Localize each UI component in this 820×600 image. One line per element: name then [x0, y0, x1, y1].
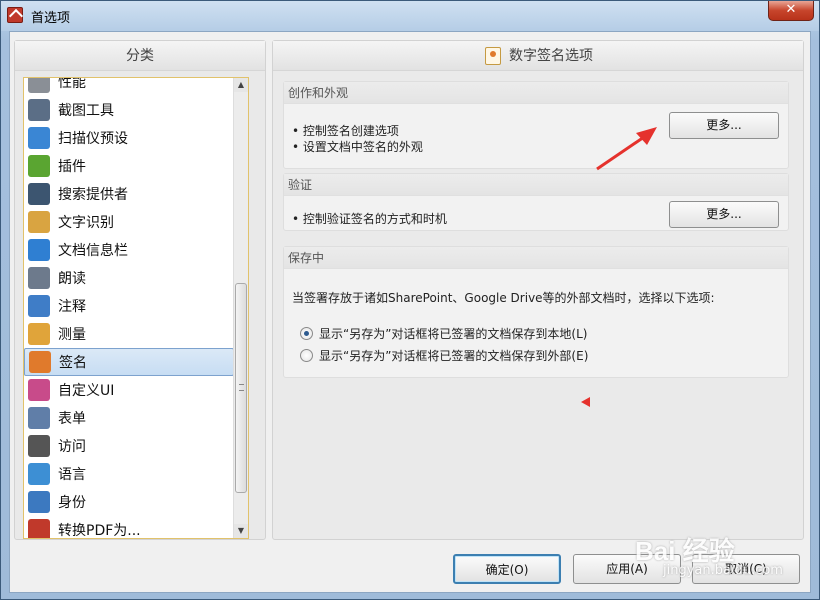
category-item[interactable]: 插件 [24, 152, 234, 180]
save-external-option[interactable]: 显示“另存为”对话框将已签署的文档保存到外部(E) [300, 347, 588, 364]
saving-group-title: 保存中 [284, 247, 788, 269]
translate-icon [28, 463, 50, 485]
category-panel: 分类 性能截图工具扫描仪预设插件搜索提供者文字识别文档信息栏朗读注释测量签名自定… [14, 40, 266, 540]
category-item[interactable]: 文字识别 [24, 208, 234, 236]
category-scrollbar[interactable]: ▲ ▼ [233, 78, 248, 538]
glasses-icon [28, 435, 50, 457]
category-item-label: 截图工具 [58, 103, 114, 119]
certificate-icon [29, 351, 51, 373]
ruler-icon [28, 323, 50, 345]
options-header: 数字签名选项 [273, 41, 803, 71]
appearance-more-button[interactable]: 更多... [669, 112, 779, 139]
appearance-bullet: • 控制签名创建选项 [292, 124, 399, 138]
category-item[interactable]: 测量 [24, 320, 234, 348]
category-item-label: 表单 [58, 411, 86, 427]
category-item-label: 朗读 [58, 271, 86, 287]
watermark-url: jingyan.baidu.com [663, 563, 783, 578]
ok-button[interactable]: 确定(O) [453, 554, 561, 584]
app-logo-icon [7, 7, 23, 23]
category-item[interactable]: 朗读 [24, 264, 234, 292]
category-item[interactable]: 自定义UI [24, 376, 234, 404]
scroll-up-icon[interactable]: ▲ [234, 78, 248, 92]
category-item[interactable]: 语言 [24, 460, 234, 488]
user-icon [28, 491, 50, 513]
close-button[interactable]: ✕ [768, 1, 814, 21]
category-item-label: 注释 [58, 299, 86, 315]
ocr-icon [28, 211, 50, 233]
scanner-icon [28, 127, 50, 149]
saving-description: 当签署存放于诸如SharePoint、Google Drive等的外部文档时，选… [292, 291, 715, 305]
verify-group-title: 验证 [284, 174, 788, 196]
category-item[interactable]: 截图工具 [24, 96, 234, 124]
category-item-label: 文字识别 [58, 215, 114, 231]
category-item-label: 身份 [58, 495, 86, 511]
category-item-label: 性能 [58, 77, 86, 91]
scroll-down-icon[interactable]: ▼ [234, 524, 248, 538]
appearance-group-title: 创作和外观 [284, 82, 788, 104]
verify-bullet: • 控制验证签名的方式和时机 [292, 212, 447, 226]
preferences-window: 首选项 ✕ 分类 性能截图工具扫描仪预设插件搜索提供者文字识别文档信息栏朗读注释… [0, 0, 820, 600]
category-item[interactable]: 转换PDF为... [24, 516, 234, 539]
binoculars-icon [28, 183, 50, 205]
appearance-group: 创作和外观 • 控制签名创建选项 • 设置文档中签名的外观 更多... [283, 81, 789, 169]
puzzle-icon [28, 155, 50, 177]
category-item[interactable]: 搜索提供者 [24, 180, 234, 208]
category-item-label: 访问 [58, 439, 86, 455]
annotation-arrow-icon [596, 127, 657, 171]
pdf-convert-icon [28, 519, 50, 538]
form-icon [28, 407, 50, 429]
save-local-option[interactable]: 显示“另存为”对话框将已签署的文档保存到本地(L) [300, 325, 587, 342]
category-item-label: 扫描仪预设 [58, 131, 128, 147]
category-item-label: 签名 [59, 355, 87, 371]
category-item[interactable]: 性能 [24, 77, 234, 96]
category-item[interactable]: 文档信息栏 [24, 236, 234, 264]
category-item[interactable]: 表单 [24, 404, 234, 432]
window-title: 首选项 [31, 11, 71, 26]
signature-options-panel: 数字签名选项 创作和外观 • 控制签名创建选项 • 设置文档中签名的外观 更多.… [272, 40, 804, 540]
camera-icon [28, 99, 50, 121]
category-item-label: 测量 [58, 327, 86, 343]
verify-group: 验证 • 控制验证签名的方式和时机 更多... [283, 173, 789, 231]
info-icon [28, 239, 50, 261]
save-local-label: 显示“另存为”对话框将已签署的文档保存到本地(L) [319, 327, 588, 341]
category-item[interactable]: 签名 [24, 348, 234, 376]
category-item[interactable]: 扫描仪预设 [24, 124, 234, 152]
save-local-radio[interactable] [300, 327, 313, 340]
category-item-label: 转换PDF为... [58, 523, 141, 539]
scroll-thumb[interactable] [235, 283, 247, 493]
category-header: 分类 [15, 41, 265, 71]
dialog-client-area: 分类 性能截图工具扫描仪预设插件搜索提供者文字识别文档信息栏朗读注释测量签名自定… [9, 31, 811, 593]
category-item[interactable]: 访问 [24, 432, 234, 460]
category-item-label: 语言 [58, 467, 86, 483]
category-item[interactable]: 注释 [24, 292, 234, 320]
save-external-radio[interactable] [300, 349, 313, 362]
palette-icon [28, 379, 50, 401]
baidu-watermark: Bai 经验 jingyan.baidu.com [623, 519, 813, 589]
annotation-icon [28, 295, 50, 317]
category-item-label: 自定义UI [58, 383, 115, 399]
speaker-icon [28, 267, 50, 289]
category-item-label: 搜索提供者 [58, 187, 128, 203]
verify-more-button[interactable]: 更多... [669, 201, 779, 228]
category-item-label: 文档信息栏 [58, 243, 128, 259]
speedometer-icon [28, 78, 50, 93]
category-list[interactable]: 性能截图工具扫描仪预设插件搜索提供者文字识别文档信息栏朗读注释测量签名自定义UI… [23, 77, 249, 539]
saving-group: 保存中 当签署存放于诸如SharePoint、Google Drive等的外部文… [283, 246, 789, 378]
appearance-bullet: • 设置文档中签名的外观 [292, 140, 423, 154]
certificate-icon [485, 47, 501, 65]
category-item[interactable]: 身份 [24, 488, 234, 516]
save-external-label: 显示“另存为”对话框将已签署的文档保存到外部(E) [319, 349, 589, 363]
options-title: 数字签名选项 [509, 48, 593, 64]
title-bar[interactable]: 首选项 ✕ [1, 1, 819, 31]
category-item-label: 插件 [58, 159, 86, 175]
annotation-marker-icon [581, 397, 590, 407]
